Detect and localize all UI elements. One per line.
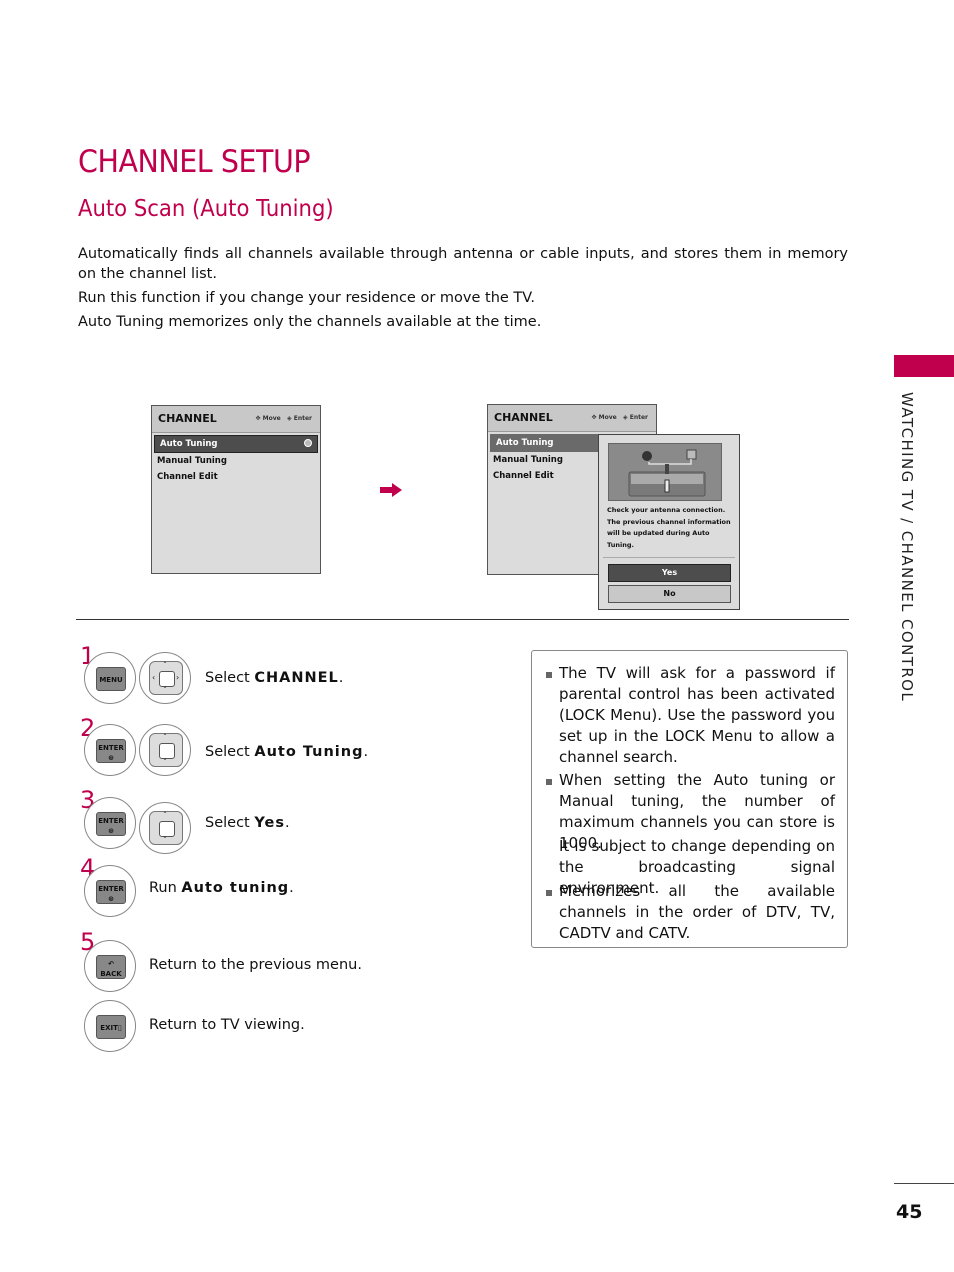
intro-paragraph: Run this function if you change your res…	[78, 290, 535, 306]
hint-enter: Enter	[629, 414, 648, 421]
step-prefix: Run	[149, 880, 182, 896]
step-target: Yes	[254, 815, 285, 831]
enter-icon: ◈	[623, 414, 628, 421]
dpad-updown-key[interactable]: ˆ ˇ	[139, 802, 191, 854]
enter-key-label: ENTER ⊛	[96, 739, 126, 763]
step-target: Auto Tuning	[254, 744, 364, 760]
ok-icon	[304, 439, 312, 447]
move-icon: ✥	[591, 414, 597, 421]
dpad-updown-key[interactable]: ˆ ˇ	[139, 724, 191, 776]
step-instruction: Run Auto tuning.	[149, 880, 294, 896]
step-target: CHANNEL	[254, 670, 339, 686]
hint-move: Move	[262, 415, 281, 422]
osd-header: CHANNEL ✥ Move ◈ Enter	[488, 405, 656, 432]
bullet-icon	[546, 890, 552, 896]
enter-key-label: ENTER ⊛	[96, 880, 126, 904]
dpad-icon: ˆ ˇ ‹ ›	[149, 661, 183, 695]
step-instruction: Select Yes.	[205, 815, 290, 831]
page-title: CHANNEL SETUP	[78, 144, 311, 180]
osd-item-auto-tuning[interactable]: Auto Tuning	[154, 435, 318, 453]
step-suffix: .	[363, 744, 369, 760]
section-side-label: WATCHING TV / CHANNEL CONTROL	[898, 392, 916, 703]
enter-key-label: ENTER ⊛	[96, 812, 126, 836]
dialog-message: Check your antenna connection. The previ…	[607, 506, 731, 549]
osd-title: CHANNEL	[158, 412, 217, 425]
step-instruction: Select Auto Tuning.	[205, 744, 368, 760]
step-suffix: .	[289, 880, 294, 896]
enter-key[interactable]: ENTER ⊛	[84, 865, 136, 917]
osd-hints: ✥ Move ◈ Enter	[592, 414, 648, 421]
page-number: 45	[896, 1201, 923, 1223]
dpad-icon: ˆ ˇ	[149, 811, 183, 845]
osd-channel-menu: CHANNEL ✥ Move ◈ Enter Auto Tuning Manua…	[151, 405, 321, 574]
step-prefix: Select	[205, 815, 255, 831]
divider	[603, 557, 735, 558]
enter-icon: ◈	[287, 415, 292, 422]
step-suffix: .	[284, 815, 290, 831]
osd-title: CHANNEL	[494, 411, 553, 424]
step-prefix: Select	[205, 744, 255, 760]
no-button[interactable]: No	[608, 585, 731, 603]
step-suffix: .	[338, 670, 344, 686]
move-icon: ✥	[255, 415, 261, 422]
enter-key[interactable]: ENTER ⊛	[84, 724, 136, 776]
osd-hints: ✥ Move ◈ Enter	[256, 415, 312, 422]
osd-item-manual-tuning[interactable]: Manual Tuning	[152, 453, 320, 469]
intro-paragraph: Auto Tuning memorizes only the channels …	[78, 314, 542, 330]
step-target: Auto tuning	[181, 880, 290, 896]
exit-key-label: EXIT▯	[96, 1015, 126, 1039]
section-tab-marker	[894, 355, 954, 377]
hint-move: Move	[598, 414, 617, 421]
step-prefix: Select	[205, 670, 255, 686]
menu-key-label: MENU	[96, 667, 126, 691]
bullet-icon	[546, 672, 552, 678]
note-item: The TV will ask for a password if parent…	[559, 664, 835, 766]
step-instruction: Select CHANNEL.	[205, 670, 343, 686]
arrow-right-icon	[380, 483, 402, 497]
step-instruction: Return to TV viewing.	[149, 1017, 305, 1033]
osd-item-label: Auto Tuning	[160, 439, 218, 449]
intro-text: Automatically finds all channels availab…	[78, 244, 848, 336]
back-key-label: ↶ BACK	[96, 955, 126, 979]
enter-key[interactable]: ENTER ⊛	[84, 797, 136, 849]
exit-key[interactable]: EXIT▯	[84, 1000, 136, 1052]
dpad-4way-key[interactable]: ˆ ˇ ‹ ›	[139, 652, 191, 704]
footer-divider	[894, 1183, 954, 1184]
auto-tuning-confirm-dialog: Check your antenna connection. The previ…	[598, 434, 740, 610]
hint-enter: Enter	[293, 415, 312, 422]
osd-header: CHANNEL ✥ Move ◈ Enter	[152, 406, 320, 433]
antenna-connection-illustration	[608, 443, 722, 501]
section-divider	[76, 619, 849, 620]
back-key[interactable]: ↶ BACK	[84, 940, 136, 992]
notes-box: The TV will ask for a password if parent…	[531, 650, 848, 948]
note-item: Memorizes all the available channels in …	[559, 882, 835, 942]
yes-button[interactable]: Yes	[608, 564, 731, 582]
section-subtitle: Auto Scan (Auto Tuning)	[78, 196, 334, 222]
osd-item-channel-edit[interactable]: Channel Edit	[152, 469, 320, 485]
bullet-icon	[546, 779, 552, 785]
step-instruction: Return to the previous menu.	[149, 957, 362, 973]
dpad-icon: ˆ ˇ	[149, 733, 183, 767]
intro-paragraph: Automatically finds all channels availab…	[78, 246, 848, 282]
menu-key[interactable]: MENU	[84, 652, 136, 704]
